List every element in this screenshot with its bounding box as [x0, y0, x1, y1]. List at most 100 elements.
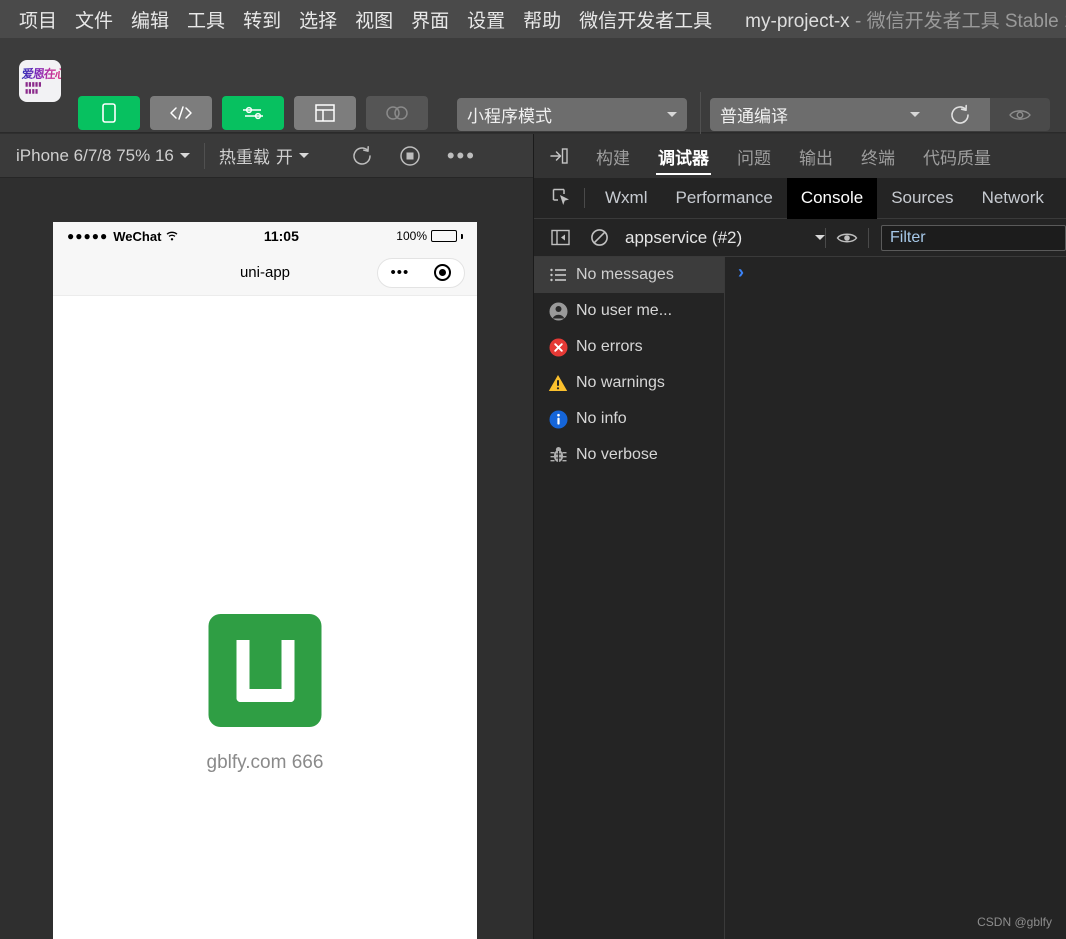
- window-title-project: my-project-x: [745, 11, 850, 32]
- devtools-tab-debugger[interactable]: 调试器: [644, 134, 723, 178]
- hot-reload-select[interactable]: 热重载 开: [205, 143, 323, 168]
- devtools-subtab-console[interactable]: Console: [787, 178, 877, 219]
- app-window: 项目 文件 编辑 工具 转到 选择 视图 界面 设置 帮助 微信开发者工具 my…: [0, 0, 1066, 939]
- console-sidebar-item-messages-label: No messages: [576, 266, 674, 284]
- toolbar-divider: [700, 92, 701, 138]
- console-context-select[interactable]: appservice (#2): [625, 226, 825, 250]
- simulator-toolbar: iPhone 6/7/8 75% 16 热重载 开 •••: [0, 134, 533, 178]
- phone-carrier-label: WeChat: [113, 229, 161, 244]
- menu-item-tools[interactable]: 工具: [178, 4, 234, 35]
- project-avatar-art: 爱恩在心 ▮▮▮▮▮▮▮▮▮: [19, 60, 61, 102]
- more-icon: •••: [447, 151, 476, 161]
- eye-icon: [836, 231, 858, 245]
- console-toolbar: appservice (#2) Filter: [534, 219, 1066, 257]
- menu-item-file[interactable]: 文件: [66, 4, 122, 35]
- bug-icon: [548, 445, 568, 465]
- simulator-refresh-button[interactable]: [351, 145, 373, 167]
- console-output-area[interactable]: ›: [726, 257, 1066, 939]
- menu-item-project[interactable]: 项目: [10, 4, 66, 35]
- sliders-icon: [222, 96, 284, 130]
- console-sidebar-item-verbose-label: No verbose: [576, 446, 658, 464]
- project-avatar-bottom-text: ▮▮▮▮▮▮▮▮▮: [25, 82, 42, 96]
- preview-button[interactable]: [990, 98, 1050, 131]
- menu-item-ui[interactable]: 界面: [402, 4, 458, 35]
- refresh-icon: [351, 145, 373, 167]
- phone-battery-percent: 100%: [396, 229, 427, 243]
- watermark: CSDN @gblfy: [977, 915, 1052, 929]
- console-body: No messages No user me... No errors: [534, 257, 1066, 939]
- phone-capsule-button[interactable]: •••: [377, 258, 465, 288]
- console-sidebar-item-errors[interactable]: No errors: [534, 329, 724, 365]
- menu-item-goto[interactable]: 转到: [234, 4, 290, 35]
- compile-group: 普通编译: [710, 98, 1050, 131]
- more-dots-icon[interactable]: •••: [391, 269, 410, 277]
- compile-select-value: 普通编译: [720, 102, 910, 127]
- clear-console-icon: [590, 228, 609, 247]
- chevron-down-icon: [667, 112, 677, 117]
- mode-select[interactable]: 小程序模式: [457, 98, 687, 131]
- devtools-tab-codequality[interactable]: 代码质量: [909, 134, 1005, 178]
- inspect-element-button[interactable]: [534, 188, 584, 208]
- devtools-tab-build[interactable]: 构建: [582, 134, 644, 178]
- menu-bar: 项目 文件 编辑 工具 转到 选择 视图 界面 设置 帮助 微信开发者工具 my…: [0, 0, 1066, 38]
- hot-reload-value: 开: [276, 143, 293, 168]
- expand-panel-button[interactable]: [534, 147, 582, 165]
- console-filter-input[interactable]: Filter: [881, 225, 1066, 251]
- console-sidebar-item-verbose[interactable]: No verbose: [534, 437, 724, 473]
- menu-item-view[interactable]: 视图: [346, 4, 402, 35]
- sidebar-toggle-icon: [551, 228, 570, 247]
- console-sidebar-item-info[interactable]: No info: [534, 401, 724, 437]
- devtools-subtab-sources[interactable]: Sources: [877, 178, 967, 219]
- chevron-down-icon: [910, 112, 920, 117]
- battery-tip: [461, 234, 463, 239]
- info-icon: [548, 409, 568, 429]
- console-context-value: appservice (#2): [625, 228, 815, 248]
- layout-icon: [294, 96, 356, 130]
- menu-item-devtools[interactable]: 微信开发者工具: [570, 4, 721, 35]
- compile-button[interactable]: [930, 98, 990, 131]
- console-toolbar-divider-2: [868, 228, 869, 248]
- devtools-subtab-wxml[interactable]: Wxml: [591, 178, 661, 219]
- console-prompt-icon: ›: [738, 262, 744, 283]
- devtools-subtab-performance[interactable]: Performance: [661, 178, 786, 219]
- menu-item-settings[interactable]: 设置: [458, 4, 514, 35]
- devtools-subtab-network[interactable]: Network: [968, 178, 1058, 219]
- eye-icon: [1008, 107, 1032, 123]
- error-icon: [548, 337, 568, 357]
- phone-simulator[interactable]: ●●●●● WeChat 11:05 100% uni-app •••: [53, 222, 477, 939]
- phone-status-bar: ●●●●● WeChat 11:05 100%: [53, 222, 477, 250]
- menu-item-help[interactable]: 帮助: [514, 4, 570, 35]
- simulator-pane: iPhone 6/7/8 75% 16 热重载 开 •••: [0, 134, 533, 939]
- console-sidebar: No messages No user me... No errors: [534, 257, 725, 939]
- phone-carrier: ●●●●● WeChat: [67, 229, 178, 244]
- simulator-stop-button[interactable]: [399, 145, 421, 167]
- devtools-tab-output[interactable]: 输出: [785, 134, 847, 178]
- console-sidebar-item-messages[interactable]: No messages: [534, 257, 724, 293]
- simulator-more-button[interactable]: •••: [447, 151, 476, 161]
- menu-item-edit[interactable]: 编辑: [122, 4, 178, 35]
- console-prompt-row[interactable]: ›: [726, 257, 1066, 287]
- mode-select-value: 小程序模式: [467, 102, 667, 127]
- console-clear-button[interactable]: [580, 228, 619, 247]
- device-select[interactable]: iPhone 6/7/8 75% 16: [0, 146, 204, 166]
- devtools-tab-problems[interactable]: 问题: [723, 134, 785, 178]
- console-sidebar-item-usermessages[interactable]: No user me...: [534, 293, 724, 329]
- console-filter-placeholder: Filter: [890, 229, 926, 247]
- phone-icon: [78, 96, 140, 130]
- expand-panel-icon: [550, 147, 568, 165]
- signal-dots-icon: ●●●●●: [67, 229, 108, 243]
- phone-nav-bar: uni-app •••: [53, 250, 477, 296]
- compile-select[interactable]: 普通编译: [710, 98, 930, 131]
- phone-content: gblfy.com 666: [53, 296, 477, 938]
- console-sidebar-toggle[interactable]: [534, 228, 580, 247]
- stop-icon: [399, 145, 421, 167]
- list-icon: [548, 265, 568, 285]
- console-sidebar-item-warnings[interactable]: No warnings: [534, 365, 724, 401]
- subtab-divider: [584, 188, 585, 208]
- devtools-tab-terminal[interactable]: 终端: [847, 134, 909, 178]
- target-icon[interactable]: [434, 264, 451, 281]
- project-avatar[interactable]: 爱恩在心 ▮▮▮▮▮▮▮▮▮: [19, 60, 61, 102]
- menu-item-select[interactable]: 选择: [290, 4, 346, 35]
- console-eye-button[interactable]: [826, 231, 868, 245]
- target-icon-dot: [439, 269, 446, 276]
